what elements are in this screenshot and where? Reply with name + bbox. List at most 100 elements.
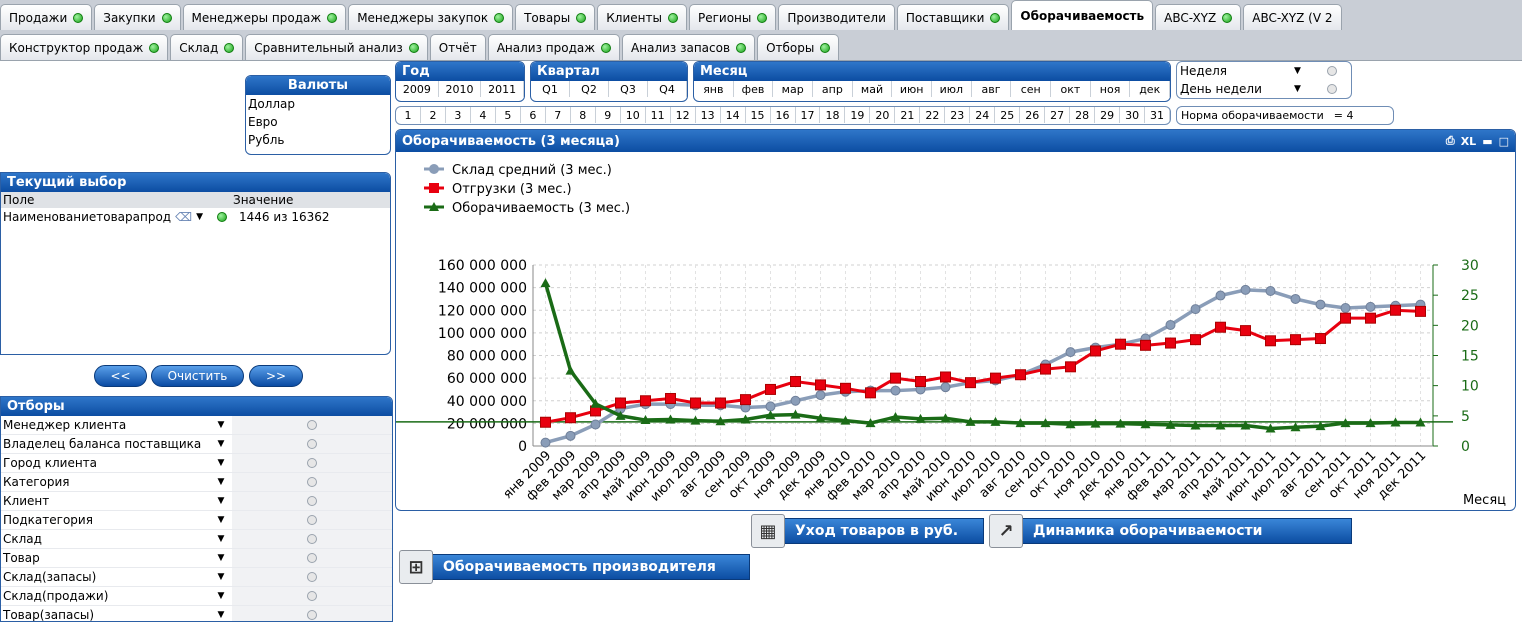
day-item[interactable]: 31 xyxy=(1145,107,1170,123)
day-item[interactable]: 10 xyxy=(621,107,646,123)
day-item[interactable]: 9 xyxy=(596,107,621,123)
currency-item[interactable]: Евро xyxy=(246,113,390,131)
day-item[interactable]: 8 xyxy=(571,107,596,123)
quarter-item[interactable]: Q2 xyxy=(570,81,609,97)
tab-4[interactable]: Товары xyxy=(515,4,596,30)
year-item[interactable]: 2009 xyxy=(396,81,439,97)
dropdown-arrow-icon[interactable]: ▼ xyxy=(217,420,232,430)
filter-row[interactable]: Склад(продажи) ▼ xyxy=(1,587,392,606)
dropdown-arrow-icon[interactable]: ▼ xyxy=(217,534,232,544)
day-item[interactable]: 25 xyxy=(995,107,1021,123)
day-item[interactable]: 30 xyxy=(1120,107,1146,123)
day-item[interactable]: 29 xyxy=(1095,107,1121,123)
year-item[interactable]: 2011 xyxy=(481,81,524,97)
month-item[interactable]: июл xyxy=(932,81,972,97)
day-item[interactable]: 23 xyxy=(945,107,971,123)
day-item[interactable]: 4 xyxy=(471,107,496,123)
tab-6[interactable]: Отборы xyxy=(757,34,840,60)
tab-7[interactable]: Производители xyxy=(778,4,895,30)
clear-button[interactable]: Очистить xyxy=(151,365,244,387)
tab-0[interactable]: Продажи xyxy=(0,4,93,30)
month-item[interactable]: окт xyxy=(1051,81,1091,97)
outflow-button[interactable]: ▦ Уход товаров в руб. xyxy=(751,514,984,548)
currency-item[interactable]: Рубль xyxy=(246,131,390,149)
tab-8[interactable]: Поставщики xyxy=(896,4,1010,30)
tab-1[interactable]: Склад xyxy=(170,34,244,60)
day-item[interactable]: 18 xyxy=(820,107,846,123)
maximize-icon[interactable]: □ xyxy=(1499,135,1509,148)
minimize-icon[interactable]: ▬ xyxy=(1482,135,1492,148)
tab-5[interactable]: Клиенты xyxy=(597,4,687,30)
filter-row[interactable]: Город клиента ▼ xyxy=(1,454,392,473)
day-item[interactable]: 27 xyxy=(1045,107,1071,123)
week-selector-row[interactable]: День недели ▼ xyxy=(1177,80,1351,98)
month-item[interactable]: апр xyxy=(813,81,853,97)
dropdown-arrow-icon[interactable]: ▼ xyxy=(217,553,232,563)
week-selector-row[interactable]: Неделя ▼ xyxy=(1177,62,1351,80)
quarter-item[interactable]: Q4 xyxy=(648,81,687,97)
day-item[interactable]: 21 xyxy=(895,107,921,123)
day-item[interactable]: 17 xyxy=(796,107,821,123)
day-item[interactable]: 13 xyxy=(696,107,721,123)
tab-2[interactable]: Сравнительный анализ xyxy=(245,34,428,60)
quarter-item[interactable]: Q1 xyxy=(531,81,570,97)
tab-2[interactable]: Менеджеры продаж xyxy=(182,4,347,30)
day-item[interactable]: 26 xyxy=(1020,107,1046,123)
dropdown-arrow-icon[interactable]: ▼ xyxy=(1294,84,1314,94)
dropdown-arrow-icon[interactable]: ▼ xyxy=(217,439,232,449)
day-item[interactable]: 14 xyxy=(721,107,746,123)
tab-5[interactable]: Анализ запасов xyxy=(622,34,756,60)
month-item[interactable]: авг xyxy=(972,81,1012,97)
tab-4[interactable]: Анализ продаж xyxy=(487,34,621,60)
dropdown-arrow-icon[interactable]: ▼ xyxy=(196,212,203,222)
currency-item[interactable]: Доллар xyxy=(246,95,390,113)
filter-row[interactable]: Владелец баланса поставщика ▼ xyxy=(1,435,392,454)
month-item[interactable]: дек xyxy=(1130,81,1170,97)
filter-row[interactable]: Товар(запасы) ▼ xyxy=(1,606,392,621)
filter-row[interactable]: Склад ▼ xyxy=(1,530,392,549)
dropdown-arrow-icon[interactable]: ▼ xyxy=(217,477,232,487)
month-item[interactable]: янв xyxy=(694,81,734,97)
eraser-icon[interactable]: ⌫ xyxy=(175,210,192,224)
tab-3[interactable]: Менеджеры закупок xyxy=(348,4,514,30)
day-item[interactable]: 5 xyxy=(496,107,521,123)
dropdown-arrow-icon[interactable]: ▼ xyxy=(217,610,232,620)
dropdown-arrow-icon[interactable]: ▼ xyxy=(217,458,232,468)
day-item[interactable]: 3 xyxy=(446,107,471,123)
forward-button[interactable]: >> xyxy=(249,365,303,387)
back-button[interactable]: << xyxy=(94,365,147,387)
filter-row[interactable]: Клиент ▼ xyxy=(1,492,392,511)
day-item[interactable]: 7 xyxy=(546,107,571,123)
filter-row[interactable]: Менеджер клиента ▼ xyxy=(1,416,392,435)
day-item[interactable]: 16 xyxy=(771,107,796,123)
month-item[interactable]: май xyxy=(853,81,893,97)
day-item[interactable]: 1 xyxy=(396,107,421,123)
tab-11[interactable]: ABC-XYZ (V 2 xyxy=(1243,4,1342,30)
norm-input[interactable]: Норма оборачиваемости = 4 xyxy=(1176,106,1394,125)
month-item[interactable]: сен xyxy=(1011,81,1052,97)
tab-6[interactable]: Регионы xyxy=(688,4,777,30)
day-item[interactable]: 24 xyxy=(970,107,996,123)
day-item[interactable]: 2 xyxy=(421,107,446,123)
day-item[interactable]: 11 xyxy=(646,107,671,123)
filter-row[interactable]: Подкатегория ▼ xyxy=(1,511,392,530)
tab-9[interactable]: Оборачиваемость xyxy=(1011,0,1154,30)
month-item[interactable]: мар xyxy=(773,81,814,97)
day-item[interactable]: 19 xyxy=(845,107,871,123)
day-item[interactable]: 6 xyxy=(521,107,546,123)
dropdown-arrow-icon[interactable]: ▼ xyxy=(217,496,232,506)
dynamics-button[interactable]: ↗ Динамика оборачиваемости xyxy=(989,514,1352,548)
tab-3[interactable]: Отчёт xyxy=(429,34,486,60)
filter-row[interactable]: Склад(запасы) ▼ xyxy=(1,568,392,587)
year-item[interactable]: 2010 xyxy=(439,81,482,97)
day-item[interactable]: 22 xyxy=(920,107,946,123)
manufacturer-button[interactable]: ⊞ Оборачиваемость производителя xyxy=(399,550,750,584)
day-item[interactable]: 12 xyxy=(671,107,696,123)
dropdown-arrow-icon[interactable]: ▼ xyxy=(217,572,232,582)
print-icon[interactable]: ⎙ xyxy=(1446,134,1455,148)
dropdown-arrow-icon[interactable]: ▼ xyxy=(1294,66,1314,76)
dropdown-arrow-icon[interactable]: ▼ xyxy=(217,591,232,601)
tab-1[interactable]: Закупки xyxy=(94,4,181,30)
tab-10[interactable]: ABC-XYZ xyxy=(1155,4,1242,30)
tab-0[interactable]: Конструктор продаж xyxy=(0,34,169,60)
